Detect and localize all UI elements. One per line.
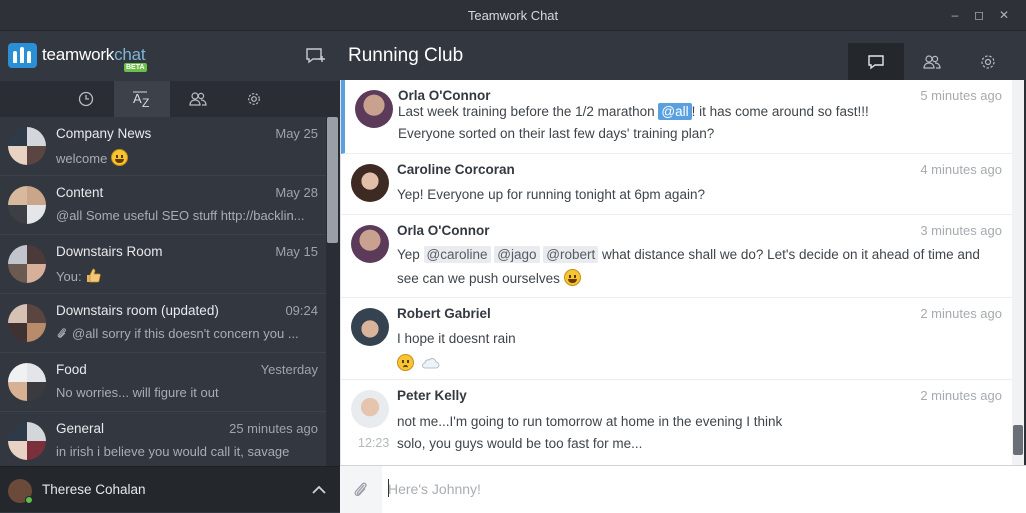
message: Orla O'Connor 3 minutes ago Yep @carolin… — [341, 215, 1012, 298]
tab-chat-settings[interactable] — [960, 43, 1016, 80]
group-avatar — [8, 245, 46, 283]
sort-az-icon: AZ — [133, 91, 149, 108]
tab-members[interactable] — [904, 43, 960, 80]
sidebar-tabs: AZ — [0, 81, 340, 117]
thumbs-up-emoji-icon — [87, 268, 101, 283]
chat-header: Running Club — [340, 31, 1026, 80]
close-icon[interactable]: ✕ — [994, 6, 1014, 24]
sidebar-scrollbar-thumb[interactable] — [327, 117, 338, 243]
brand-name: teamworkchat — [42, 45, 146, 64]
paperclip-icon — [57, 328, 66, 338]
avatar — [355, 90, 393, 128]
tab-recent[interactable] — [58, 81, 114, 117]
tab-people[interactable] — [170, 81, 226, 117]
attach-button[interactable] — [340, 466, 382, 513]
page-title: Running Club — [348, 45, 464, 66]
sad-emoji-icon — [397, 354, 414, 371]
group-avatar — [8, 363, 46, 401]
message-list: Orla O'Connor 5 minutes ago Last week tr… — [340, 80, 1012, 465]
message-input[interactable] — [388, 476, 1008, 502]
group-avatar — [8, 304, 46, 342]
teamwork-logo-icon — [8, 43, 37, 68]
clock-icon — [78, 91, 94, 107]
current-user-bar[interactable]: Therese Cohalan — [0, 466, 340, 512]
message: Caroline Corcoran 4 minutes ago Yep! Eve… — [341, 154, 1012, 215]
tab-alphabetical[interactable]: AZ — [114, 81, 170, 117]
conversation-item[interactable]: Food Yesterday No worries... will figure… — [0, 353, 326, 412]
new-conversation-icon[interactable] — [305, 46, 327, 66]
group-avatar — [8, 186, 46, 224]
brand: teamworkchat BETA — [0, 31, 340, 81]
window-title: Teamwork Chat — [467, 8, 559, 23]
people-icon — [923, 54, 941, 69]
conversation-item[interactable]: Downstairs Room May 15 You: — [0, 235, 326, 294]
tab-messages[interactable] — [848, 43, 904, 80]
avatar — [351, 308, 389, 346]
svg-text:A: A — [133, 91, 142, 106]
conversation-list: Company News May 25 welcome Content May … — [0, 117, 326, 467]
tab-settings[interactable] — [226, 81, 282, 117]
gear-icon — [981, 54, 995, 69]
paperclip-icon — [354, 482, 367, 497]
conversation-item[interactable]: Company News May 25 welcome — [0, 117, 326, 176]
message-timestamp: 12:23 — [358, 436, 390, 450]
online-status-icon — [25, 496, 33, 504]
message-scrollbar-thumb[interactable] — [1013, 425, 1023, 455]
message: Orla O'Connor 5 minutes ago Last week tr… — [341, 80, 1012, 154]
people-icon — [189, 92, 207, 106]
mention[interactable]: @caroline — [423, 246, 491, 263]
avatar — [351, 164, 389, 202]
chevron-up-icon[interactable] — [310, 481, 328, 499]
mention[interactable]: @jago — [494, 246, 540, 263]
conversation-item[interactable]: Content May 28 @all Some useful SEO stuf… — [0, 176, 326, 235]
cloud-emoji-icon — [422, 358, 440, 369]
sidebar: teamworkchat BETA AZ Company News May 25… — [0, 31, 340, 513]
chat-bubble-icon — [868, 54, 884, 69]
maximize-icon[interactable]: ◻ — [969, 6, 989, 24]
current-user-name: Therese Cohalan — [42, 482, 146, 497]
title-bar: Teamwork Chat – ◻ ✕ — [0, 0, 1026, 31]
message: Robert Gabriel 2 minutes ago I hope it d… — [341, 298, 1012, 380]
mention[interactable]: @robert — [543, 246, 599, 263]
message: Peter Kelly 2 minutes ago not me...I'm g… — [341, 380, 1012, 465]
svg-text:Z: Z — [142, 96, 149, 108]
conversation-item[interactable]: General 25 minutes ago in irish i believ… — [0, 412, 326, 467]
avatar — [351, 225, 389, 263]
gear-icon — [248, 93, 260, 105]
message-composer — [340, 465, 1026, 513]
conversation-item[interactable]: Downstairs room (updated) 09:24 @all sor… — [0, 294, 326, 353]
message-scrollbar[interactable] — [1012, 80, 1024, 465]
group-avatar — [8, 422, 46, 460]
avatar — [351, 390, 389, 428]
beta-badge: BETA — [124, 63, 147, 72]
minimize-icon[interactable]: – — [945, 6, 965, 24]
grin-emoji-icon — [110, 149, 128, 166]
group-avatar — [8, 127, 46, 165]
grin-emoji-icon — [563, 269, 581, 286]
mention[interactable]: @all — [658, 103, 692, 120]
